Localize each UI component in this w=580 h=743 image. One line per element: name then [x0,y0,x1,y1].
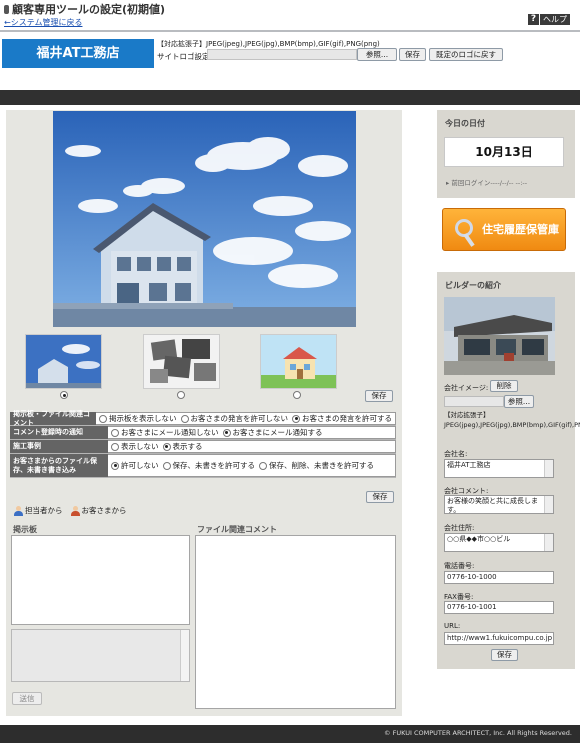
file-comments-area[interactable] [195,535,396,709]
browse-company-image-button[interactable]: 参照... [504,395,534,408]
page-title-text: 顧客専用ツールの設定(初期値) [12,3,166,16]
radio-button[interactable] [292,414,300,423]
header-band [0,90,580,105]
house-history-label: 住宅履歴保管庫 [482,223,559,236]
save-builder-button[interactable]: 保存 [491,649,518,661]
setting-row-files: お客さまからのファイル保存、未書き書き込み 許可しない 保存、未書きを許可する … [10,454,396,478]
reset-default-logo-button[interactable]: 既定のロゴに戻す [429,48,503,61]
setting-option[interactable]: 保存、削除、未書きを許可する [259,460,374,471]
board-display-area[interactable] [11,535,190,625]
footer-copyright: © FUKUI COMPUTER ARCHITECT, Inc. All Rig… [0,725,580,743]
company-address-field[interactable]: ○○県◆◆市○○ビル [444,533,554,552]
company-image-label: 会社イメージ: [444,384,489,392]
setting-label: お客さまからのファイル保存、未書き書き込み [10,454,108,477]
setting-row-notify: コメント登録時の通知 お客さまにメール通知しない お客さまにメール通知する [10,426,396,440]
url-label: URL: [444,622,461,630]
thumbnail-radio-3[interactable] [293,391,301,399]
header-divider [0,30,580,32]
phone-field[interactable]: 0776-10-1000 [444,571,554,584]
house-history-archive-button[interactable]: 住宅履歴保管庫 [442,208,566,251]
send-button[interactable]: 送信 [12,692,42,705]
date-heading: 今日の日付 [445,119,485,128]
url-field[interactable]: http://www1.fukuicompu.co.jp [444,632,554,645]
company-logo-banner: 福井AT工務店 [2,39,154,68]
back-to-system-link[interactable]: ←システム管理に戻る [4,17,82,28]
file-comments-title: ファイル関連コメント [197,525,277,534]
radio-button[interactable] [111,442,119,451]
site-logo-label: サイトロゴ設定: [157,52,213,61]
staff-person-icon [14,506,23,516]
setting-option[interactable]: 表示しない [111,441,159,452]
browse-logo-button[interactable]: 参照... [357,48,397,61]
setting-option[interactable]: お客さまの発言を許可する [292,413,392,424]
company-image-file-input[interactable] [444,396,504,407]
legend-customer: お客さまから [70,505,127,516]
save-image-button[interactable]: 保存 [365,390,393,402]
setting-option[interactable]: 掲示板を表示しない [99,413,177,424]
save-logo-button[interactable]: 保存 [399,48,426,61]
setting-option[interactable]: 表示する [162,441,203,452]
post-textarea[interactable] [11,629,190,682]
hero-image [53,111,356,327]
setting-option[interactable]: お客さまにメール通知しない [111,427,219,438]
site-logo-file-input[interactable] [207,49,357,60]
company-comment-field[interactable]: お客様の笑顔と共に成長します。 [444,495,554,514]
settings-table: 掲示板・ファイル関連コメント 掲示板を表示しない お客さまの発言を許可しない お… [10,410,396,478]
phone-label: 電話番号: [444,562,475,570]
help-icon: ? [528,13,539,25]
radio-button[interactable] [99,414,107,423]
company-address-label: 会社住所: [444,524,475,532]
setting-row-cases: 施工事例 表示しない 表示する [10,440,396,454]
today-date: 10月13日 [444,137,564,167]
radio-button[interactable] [180,414,189,423]
thumbnail-illustration-house[interactable] [260,334,337,389]
last-login: ▸ 前回ログイン----/--/-- --:-- [446,179,528,187]
setting-options: 掲示板を表示しない お客さまの発言を許可しない お客さまの発言を許可する [96,412,396,425]
thumbnail-house-blue-sky[interactable] [25,334,102,389]
radio-button[interactable] [259,461,267,470]
help-button[interactable]: ? ヘルプ [528,13,570,25]
radio-button[interactable] [111,461,119,470]
microphone-icon [4,4,9,14]
setting-options: お客さまにメール通知しない お客さまにメール通知する [108,426,396,439]
setting-option[interactable]: 保存、未書きを許可する [162,460,255,471]
thumbnail-radio-1[interactable] [60,391,68,399]
setting-option[interactable]: お客さまの発言を許可しない [180,413,288,424]
delete-image-button[interactable]: 削除 [490,380,518,392]
thumbnail-collage[interactable] [143,334,220,389]
company-name-field[interactable]: 福井AT工務店 [444,459,554,478]
builder-heading: ビルダーの紹介 [445,281,501,290]
legend-staff: 担当者から [14,505,63,516]
setting-options: 表示しない 表示する [108,440,396,453]
setting-label: コメント登録時の通知 [10,426,108,439]
setting-label: 掲示板・ファイル関連コメント [10,410,96,427]
extensions-note-sidebar: 【対応拡張子】JPEG(jpeg),JPEG(jpg),BMP(bmp),GIF… [444,411,580,429]
save-settings-button[interactable]: 保存 [366,491,394,503]
comment-legend: 担当者から お客さまから [14,505,127,516]
setting-option[interactable]: 許可しない [111,460,159,471]
radio-button[interactable] [162,442,171,451]
fax-field[interactable]: 0776-10-1001 [444,601,554,614]
radio-button[interactable] [162,461,171,470]
setting-label: 施工事例 [10,440,108,453]
extensions-note: 【対応拡張子】JPEG(jpeg),JPEG(jpg),BMP(bmp),GIF… [157,40,380,48]
thumbnail-radio-2[interactable] [177,391,185,399]
company-name-label: 会社名: [444,450,468,458]
setting-options: 許可しない 保存、未書きを許可する 保存、削除、未書きを許可する [108,454,396,477]
radio-button[interactable] [222,428,231,437]
board-title: 掲示板 [13,525,37,534]
setting-row-board: 掲示板・ファイル関連コメント 掲示板を表示しない お客さまの発言を許可しない お… [10,410,396,427]
setting-option[interactable]: お客さまにメール通知する [222,427,323,438]
help-label: ヘルプ [540,13,570,25]
customer-person-icon [70,506,80,516]
radio-button[interactable] [111,428,119,437]
page-title: 顧客専用ツールの設定(初期値) [4,2,304,16]
scrollbar[interactable] [180,630,189,681]
builder-photo [444,297,555,375]
